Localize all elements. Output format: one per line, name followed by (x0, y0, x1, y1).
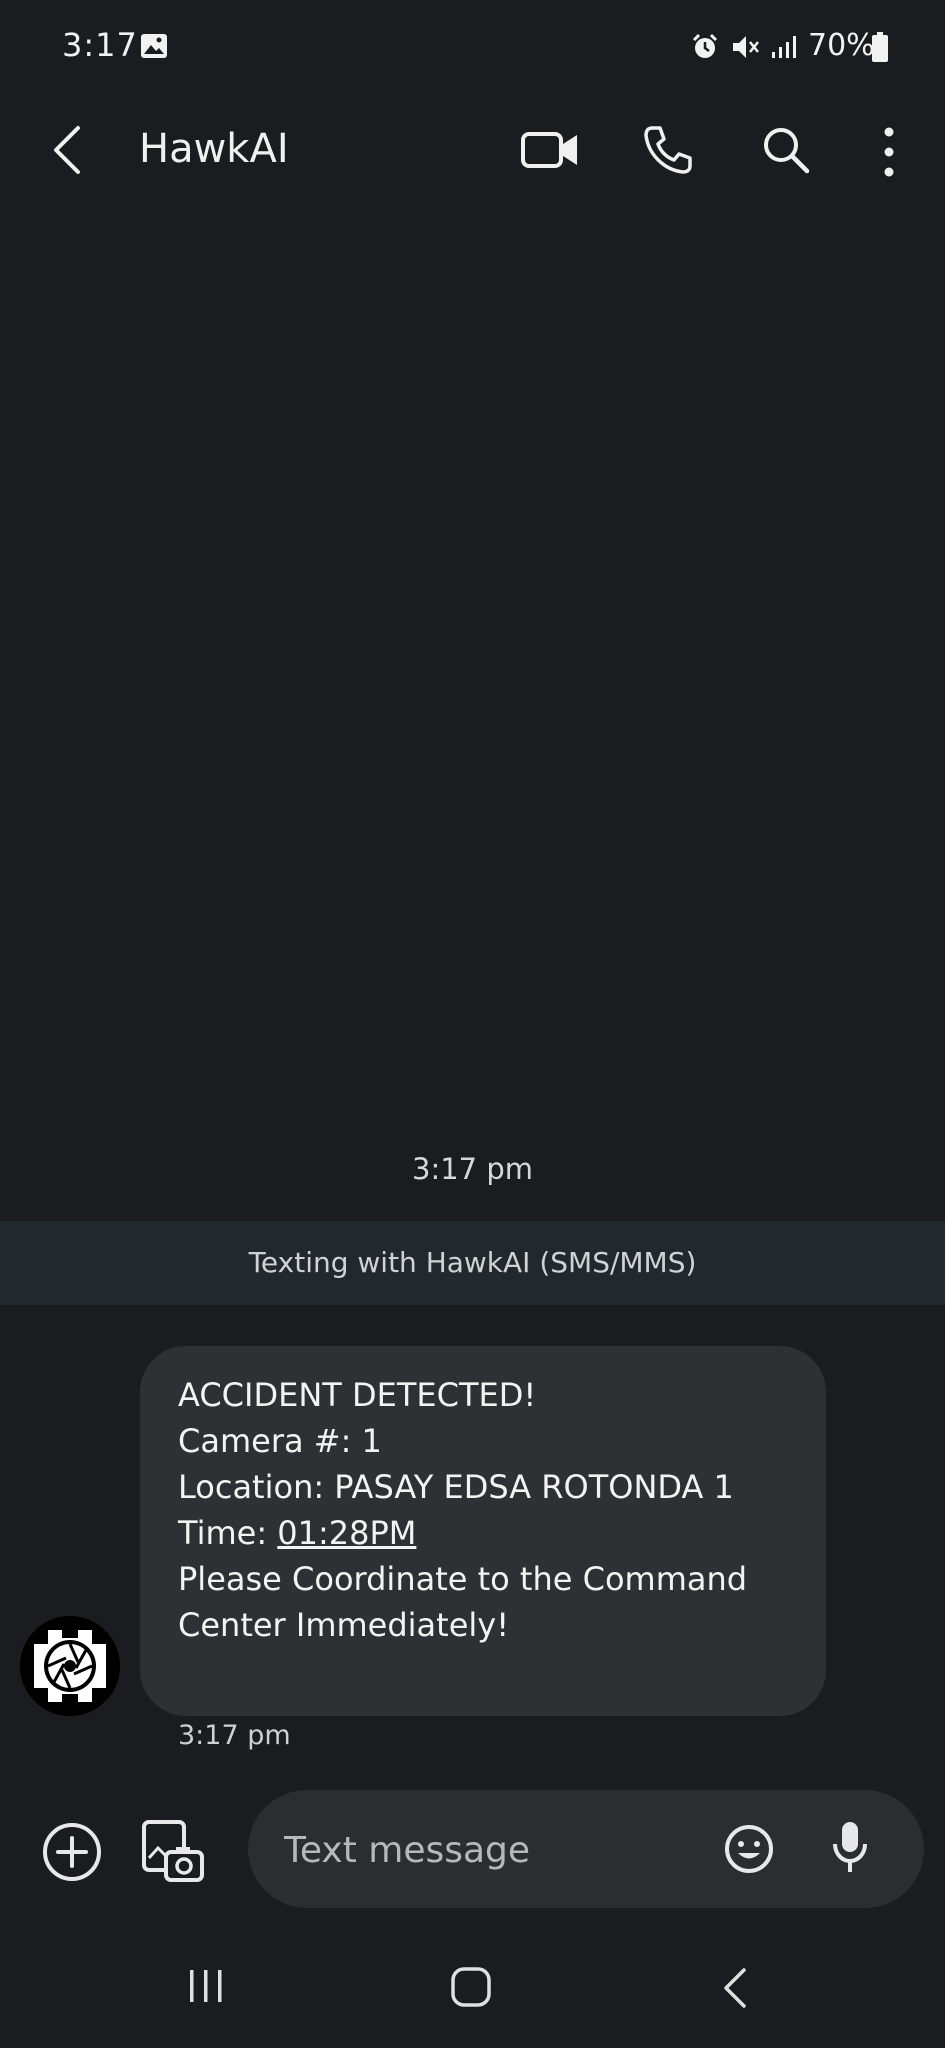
avatar[interactable] (20, 1616, 120, 1716)
phone-icon[interactable] (642, 124, 694, 176)
mute-icon (733, 36, 759, 58)
time-label: Time: (178, 1514, 278, 1552)
time-link[interactable]: 01:28PM (277, 1514, 416, 1552)
add-icon[interactable] (40, 1820, 104, 1884)
conversation-title: HawkAI (139, 126, 289, 172)
status-time: 3:17 (62, 26, 138, 64)
conversation-timestamp: 3:17 pm (412, 1152, 533, 1186)
message-line: Please Coordinate to the Command (178, 1560, 748, 1598)
recents-icon[interactable] (186, 1966, 226, 2006)
text-message-input[interactable] (282, 1790, 706, 1910)
gallery-attach-icon[interactable] (140, 1818, 206, 1884)
emoji-icon[interactable] (722, 1822, 776, 1876)
more-options-icon[interactable] (874, 124, 904, 180)
message-line: ACCIDENT DETECTED! (178, 1376, 537, 1414)
composer (248, 1790, 924, 1910)
home-icon[interactable] (450, 1966, 492, 2008)
texting-banner-text: Texting with HawkAI (SMS/MMS) (248, 1246, 697, 1279)
alarm-icon (692, 33, 718, 58)
mic-icon[interactable] (830, 1818, 870, 1878)
message-line: Time: 01:28PM (178, 1510, 788, 1556)
message-line: Center Immediately! (178, 1606, 510, 1644)
message-bubble[interactable]: ACCIDENT DETECTED! Camera #: 1 Location:… (140, 1346, 826, 1716)
battery-percentage: 70% (808, 28, 875, 63)
shutter-logo-icon (20, 1616, 120, 1716)
message-line: Location: PASAY EDSA ROTONDA 1 (178, 1468, 734, 1506)
back-icon[interactable] (46, 122, 86, 178)
texting-banner: Texting with HawkAI (SMS/MMS) (0, 1221, 945, 1305)
signal-icon (772, 36, 796, 58)
battery-icon (872, 32, 888, 62)
search-icon[interactable] (760, 124, 812, 176)
gallery-icon (141, 34, 167, 58)
video-call-icon[interactable] (520, 130, 580, 170)
message-timestamp: 3:17 pm (178, 1720, 291, 1751)
message-line: Camera #: 1 (178, 1422, 382, 1460)
nav-back-icon[interactable] (720, 1966, 750, 2010)
